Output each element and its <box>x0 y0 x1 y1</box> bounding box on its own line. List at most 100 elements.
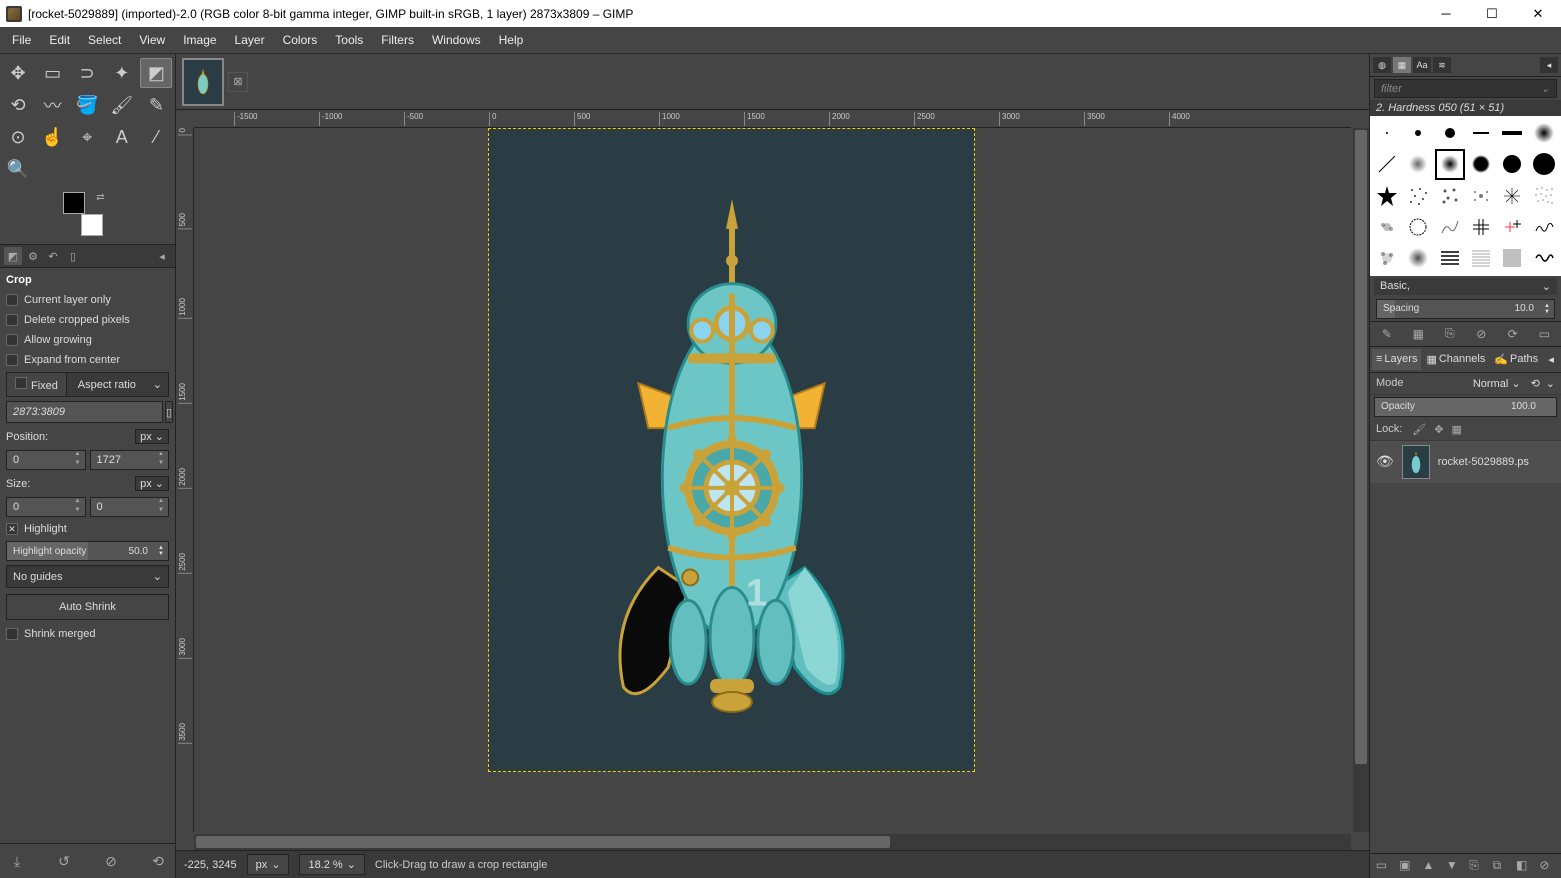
guides-select[interactable]: No guides ⌄ <box>6 565 169 588</box>
paths-tab[interactable]: ✍Paths <box>1490 349 1542 370</box>
current-layer-only-checkbox[interactable] <box>6 294 18 306</box>
brush-item[interactable] <box>1435 243 1465 273</box>
position-x-input[interactable] <box>7 451 71 469</box>
new-brush-icon[interactable]: ▦ <box>1410 326 1426 342</box>
layer-name[interactable]: rocket-5029889.ps <box>1438 456 1555 468</box>
foreground-color[interactable] <box>63 192 85 214</box>
delete-brush-icon[interactable]: ⊘ <box>1473 326 1489 342</box>
chevron-down-icon[interactable]: ⌄ <box>1546 377 1555 390</box>
layers-tab[interactable]: ≡Layers <box>1372 349 1421 370</box>
images-tab[interactable]: ▯ <box>64 247 82 265</box>
chevron-down-icon[interactable]: ⌄ <box>1541 82 1550 95</box>
rotate-tool[interactable]: ⟲ <box>2 90 34 120</box>
brush-item-selected[interactable] <box>1435 149 1465 179</box>
brush-spacing-slider[interactable]: Spacing10.0 ▲▼ <box>1376 299 1555 319</box>
tab-menu-icon[interactable]: ◂ <box>1543 349 1559 370</box>
expand-center-checkbox[interactable] <box>6 354 18 366</box>
brush-item[interactable] <box>1435 212 1465 242</box>
brush-item[interactable] <box>1403 243 1433 273</box>
save-preset-icon[interactable]: ⤓ <box>6 850 28 872</box>
open-brush-icon[interactable]: ▭ <box>1536 326 1552 342</box>
lock-alpha-icon[interactable]: ▦ <box>1451 423 1461 436</box>
refresh-brush-icon[interactable]: ⟳ <box>1505 326 1521 342</box>
lower-layer-icon[interactable]: ▼ <box>1446 858 1462 874</box>
brush-item[interactable] <box>1372 243 1402 273</box>
color-picker-tool[interactable]: ⁄ <box>140 122 172 152</box>
opacity-slider[interactable]: Opacity100.0 ▲▼ <box>1374 397 1557 417</box>
brush-item[interactable] <box>1529 243 1559 273</box>
device-status-tab[interactable]: ⚙ <box>24 247 42 265</box>
tool-options-tab[interactable]: ◩ <box>4 247 22 265</box>
brush-item[interactable] <box>1497 212 1527 242</box>
vertical-scrollbar[interactable] <box>1353 128 1369 832</box>
edit-brush-icon[interactable]: ✎ <box>1379 326 1395 342</box>
brush-item[interactable] <box>1466 212 1496 242</box>
chevron-down-icon[interactable]: ⌄ <box>147 374 168 395</box>
restore-preset-icon[interactable]: ↺ <box>53 850 75 872</box>
brush-item[interactable] <box>1372 118 1402 148</box>
text-tool[interactable]: A <box>106 122 138 152</box>
smudge-tool[interactable]: ☝ <box>37 122 69 152</box>
vertical-ruler[interactable]: 0 500 1000 1500 2000 2500 3000 3500 <box>176 128 194 832</box>
brush-item[interactable] <box>1466 243 1496 273</box>
menu-select[interactable]: Select <box>80 29 129 51</box>
close-image-tab-icon[interactable]: ⊠ <box>228 72 248 92</box>
delete-cropped-checkbox[interactable] <box>6 314 18 326</box>
delete-preset-icon[interactable]: ⊘ <box>100 850 122 872</box>
clone-tool[interactable]: ⊙ <box>2 122 34 152</box>
fonts-tab[interactable]: Aa <box>1413 57 1431 73</box>
tab-menu-icon[interactable]: ◂ <box>153 247 171 265</box>
lock-pixels-icon[interactable]: 🖌 <box>1412 423 1426 436</box>
new-group-icon[interactable]: ▣ <box>1399 858 1415 874</box>
size-h-input[interactable] <box>91 498 155 516</box>
brushes-tab[interactable]: ◍ <box>1373 57 1391 73</box>
brush-item[interactable] <box>1497 149 1527 179</box>
patterns-tab[interactable]: ▦ <box>1393 57 1411 73</box>
brush-item[interactable] <box>1403 212 1433 242</box>
brush-item[interactable] <box>1372 181 1402 211</box>
zoom-tool[interactable]: 🔍 <box>2 154 34 184</box>
menu-edit[interactable]: Edit <box>41 29 78 51</box>
brush-item[interactable] <box>1466 118 1496 148</box>
mode-select[interactable]: Normal ⌄ <box>1410 377 1525 390</box>
canvas-image[interactable]: 1 <box>488 128 975 772</box>
fixed-value[interactable]: Aspect ratio <box>67 375 147 395</box>
path-tool[interactable]: ⌖ <box>71 122 103 152</box>
menu-filters[interactable]: Filters <box>373 29 422 51</box>
position-unit-select[interactable]: px ⌄ <box>135 429 169 444</box>
image-tab-thumbnail[interactable] <box>182 58 224 106</box>
history-tab[interactable]: ≋ <box>1433 57 1451 73</box>
brush-item[interactable] <box>1466 181 1496 211</box>
layer-item[interactable]: 👁 rocket-5029889.ps <box>1370 441 1561 483</box>
menu-help[interactable]: Help <box>491 29 532 51</box>
duplicate-layer-icon[interactable]: ⎘ <box>1469 858 1485 874</box>
paintbrush-tool[interactable]: 🖌 <box>106 90 138 120</box>
new-layer-icon[interactable]: ▭ <box>1376 858 1392 874</box>
horizontal-ruler[interactable]: -1500 -1000 -500 0 500 1000 1500 2000 25… <box>194 110 1351 128</box>
size-unit-select[interactable]: px ⌄ <box>135 476 169 491</box>
close-button[interactable]: ✕ <box>1515 0 1561 27</box>
brush-item[interactable] <box>1497 118 1527 148</box>
chevron-down-icon[interactable]: ⌄ <box>1542 280 1551 293</box>
move-tool[interactable]: ✥ <box>2 58 34 88</box>
warp-tool[interactable]: 〰 <box>37 90 69 120</box>
reset-preset-icon[interactable]: ⟲ <box>147 850 169 872</box>
chevron-down-icon[interactable]: ⌄ <box>147 566 168 587</box>
mode-reset-icon[interactable]: ⟲ <box>1531 377 1540 390</box>
background-color[interactable] <box>81 214 103 236</box>
zoom-select[interactable]: 18.2 %⌄ <box>299 854 364 875</box>
pencil-tool[interactable]: ✎ <box>140 90 172 120</box>
delete-layer-icon[interactable]: ⊘ <box>1539 858 1555 874</box>
brush-item[interactable] <box>1403 181 1433 211</box>
menu-windows[interactable]: Windows <box>424 29 489 51</box>
bucket-tool[interactable]: 🪣 <box>71 90 103 120</box>
channels-tab[interactable]: ▦Channels <box>1422 349 1489 370</box>
menu-file[interactable]: File <box>4 29 39 51</box>
brush-item[interactable] <box>1372 212 1402 242</box>
auto-shrink-button[interactable]: Auto Shrink <box>6 594 169 620</box>
tab-menu-icon[interactable]: ◂ <box>1540 57 1558 73</box>
brush-item[interactable] <box>1372 149 1402 179</box>
brush-item[interactable] <box>1529 118 1559 148</box>
visibility-icon[interactable]: 👁 <box>1376 453 1394 470</box>
horizontal-scrollbar[interactable] <box>194 834 1351 850</box>
